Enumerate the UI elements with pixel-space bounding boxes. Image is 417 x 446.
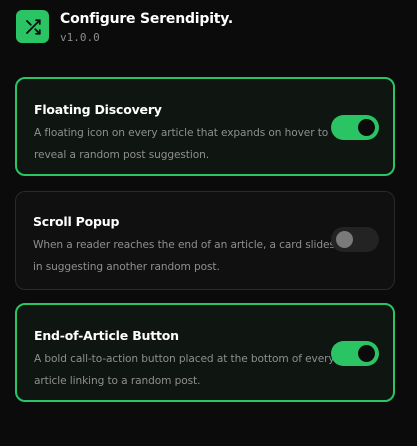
toggle-knob (358, 345, 375, 362)
toggle-knob (336, 231, 353, 248)
feature-description: A bold call-to-action button placed at t… (34, 353, 335, 387)
scroll-popup-toggle[interactable] (331, 227, 379, 252)
shuffle-icon (16, 10, 49, 43)
feature-card-scroll-popup: Scroll Popup When a reader reaches the e… (15, 191, 395, 290)
feature-title: Scroll Popup (33, 214, 120, 229)
feature-title: End-of-Article Button (34, 328, 179, 343)
feature-card-end-of-article-button: End-of-Article Button A bold call-to-act… (15, 303, 395, 402)
feature-title: Floating Discovery (34, 102, 162, 117)
toggle-knob (358, 119, 375, 136)
floating-discovery-toggle[interactable] (331, 115, 379, 140)
version-label: v1.0.0 (60, 31, 100, 44)
end-of-article-button-toggle[interactable] (331, 341, 379, 366)
feature-description: When a reader reaches the end of an arti… (33, 239, 335, 273)
feature-description: A floating icon on every article that ex… (34, 127, 329, 161)
feature-card-floating-discovery: Floating Discovery A floating icon on ev… (15, 77, 395, 176)
header: Configure Serendipity. v1.0.0 (16, 10, 401, 50)
page-title: Configure Serendipity. (60, 11, 234, 27)
